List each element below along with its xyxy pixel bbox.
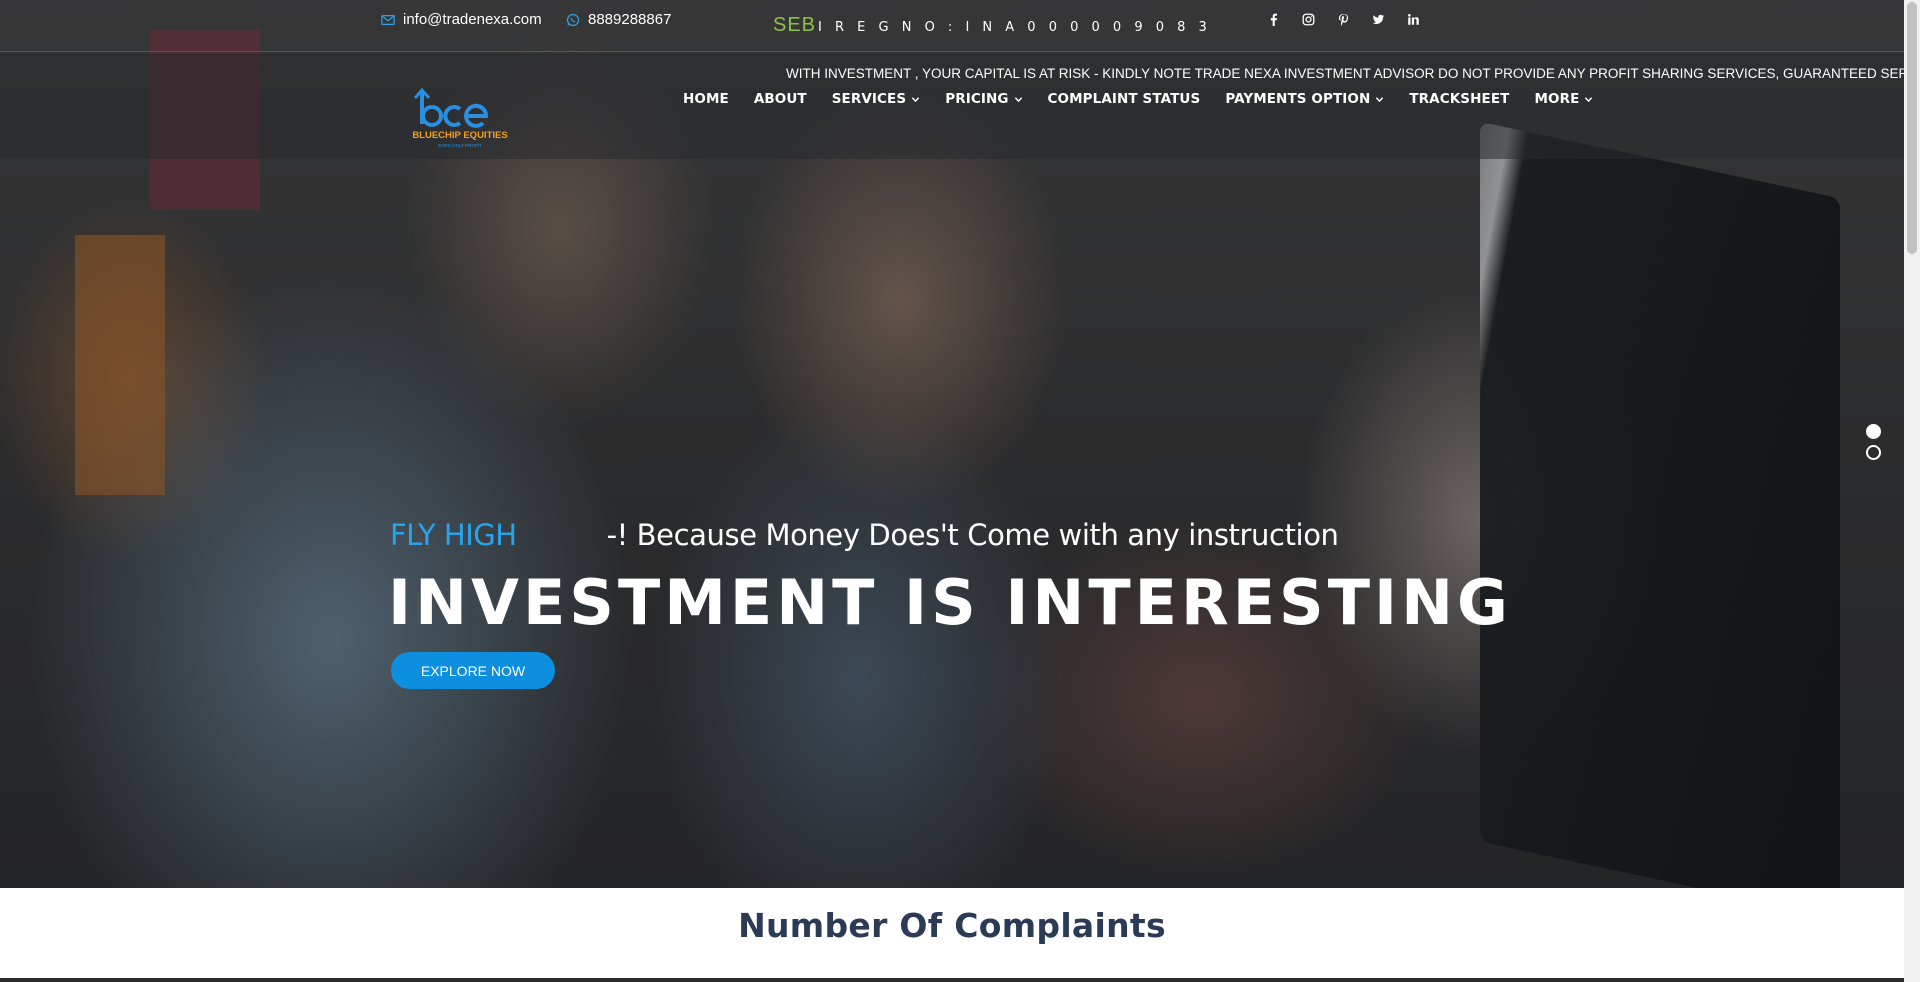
hero-tagline: FLY HIGH -! Because Money Does't Come wi… — [390, 518, 1339, 552]
chevron-down-icon — [1014, 96, 1022, 102]
nav-label: SERVICES — [831, 91, 907, 107]
nav-label: ABOUT — [753, 91, 807, 107]
explore-now-button[interactable]: EXPLORE NOW — [391, 652, 555, 689]
chevron-down-icon — [1585, 96, 1593, 102]
main-navigation: HOME ABOUT SERVICES PRICING COMPLAINT ST… — [683, 91, 1593, 107]
hero-tag-accent: FLY HIGH — [390, 518, 517, 552]
nav-item-pricing[interactable]: PRICING — [945, 91, 1022, 107]
nav-item-payments-option[interactable]: PAYMENTS OPTION — [1225, 91, 1384, 107]
facebook-icon[interactable] — [1265, 10, 1281, 28]
logo-name: BLUECHIP EQUITIES — [412, 130, 507, 141]
email-link[interactable]: info@tradenexa.com — [381, 11, 542, 28]
nav-label: PAYMENTS OPTION — [1225, 91, 1371, 107]
twitter-icon[interactable] — [1370, 10, 1386, 28]
logo-tagline: EARN ONLY PROFIT — [438, 143, 482, 148]
scrollbar-thumb[interactable] — [1907, 2, 1917, 254]
pinterest-icon[interactable] — [1335, 10, 1351, 28]
nav-item-home[interactable]: HOME — [683, 91, 729, 107]
divider — [0, 978, 1904, 982]
complaints-section: Number Of Complaints — [0, 888, 1904, 982]
top-bar: info@tradenexa.com 8889288867 SEB I R E … — [0, 0, 1904, 52]
instagram-icon[interactable] — [1300, 10, 1316, 28]
nav-item-tracksheet[interactable]: TRACKSHEET — [1409, 91, 1509, 107]
section-title: Number Of Complaints — [738, 906, 1166, 945]
social-links — [1265, 10, 1421, 28]
whatsapp-link[interactable]: 8889288867 — [566, 11, 671, 28]
linkedin-icon[interactable] — [1405, 10, 1421, 28]
sebi-reg-number: I R E G N O : I N A 0 0 0 0 0 9 0 8 3 — [818, 20, 1212, 35]
logo-mark: BLUECHIP EQUITIES EARN ONLY PROFIT — [412, 87, 508, 148]
phone-text: 8889288867 — [588, 11, 672, 28]
page-scrollbar[interactable] — [1904, 0, 1920, 982]
bluechip-equities-logo[interactable]: BLUECHIP EQUITIES EARN ONLY PROFIT — [400, 86, 520, 152]
slider-pagination — [1866, 424, 1881, 460]
whatsapp-icon — [566, 13, 580, 26]
chevron-down-icon — [912, 96, 920, 102]
risk-disclaimer-ticker: WITH INVESTMENT , YOUR CAPITAL IS AT RIS… — [786, 66, 1904, 81]
email-text: info@tradenexa.com — [403, 11, 542, 28]
hero-tag-text: -! Because Money Does't Come with any in… — [606, 518, 1339, 552]
slider-dot-1[interactable] — [1866, 424, 1881, 439]
nav-item-about[interactable]: ABOUT — [754, 91, 807, 107]
sebi-registration: SEB I R E G N O : I N A 0 0 0 0 0 9 0 8 … — [773, 14, 1211, 37]
nav-label: TRACKSHEET — [1409, 91, 1510, 107]
chevron-down-icon — [1376, 96, 1384, 102]
nav-label: COMPLAINT STATUS — [1047, 91, 1201, 107]
nav-item-complaint-status[interactable]: COMPLAINT STATUS — [1048, 91, 1201, 107]
nav-item-services[interactable]: SERVICES — [832, 91, 920, 107]
nav-label: PRICING — [945, 91, 1009, 107]
sebi-label: SEB — [773, 14, 817, 36]
slider-dot-2[interactable] — [1866, 445, 1881, 460]
hero-headline: INVESTMENT IS INTERESTING — [388, 566, 1512, 639]
nav-item-more[interactable]: MORE — [1534, 91, 1593, 107]
nav-label: MORE — [1534, 91, 1580, 107]
envelope-icon — [381, 14, 395, 25]
nav-label: HOME — [683, 91, 729, 107]
